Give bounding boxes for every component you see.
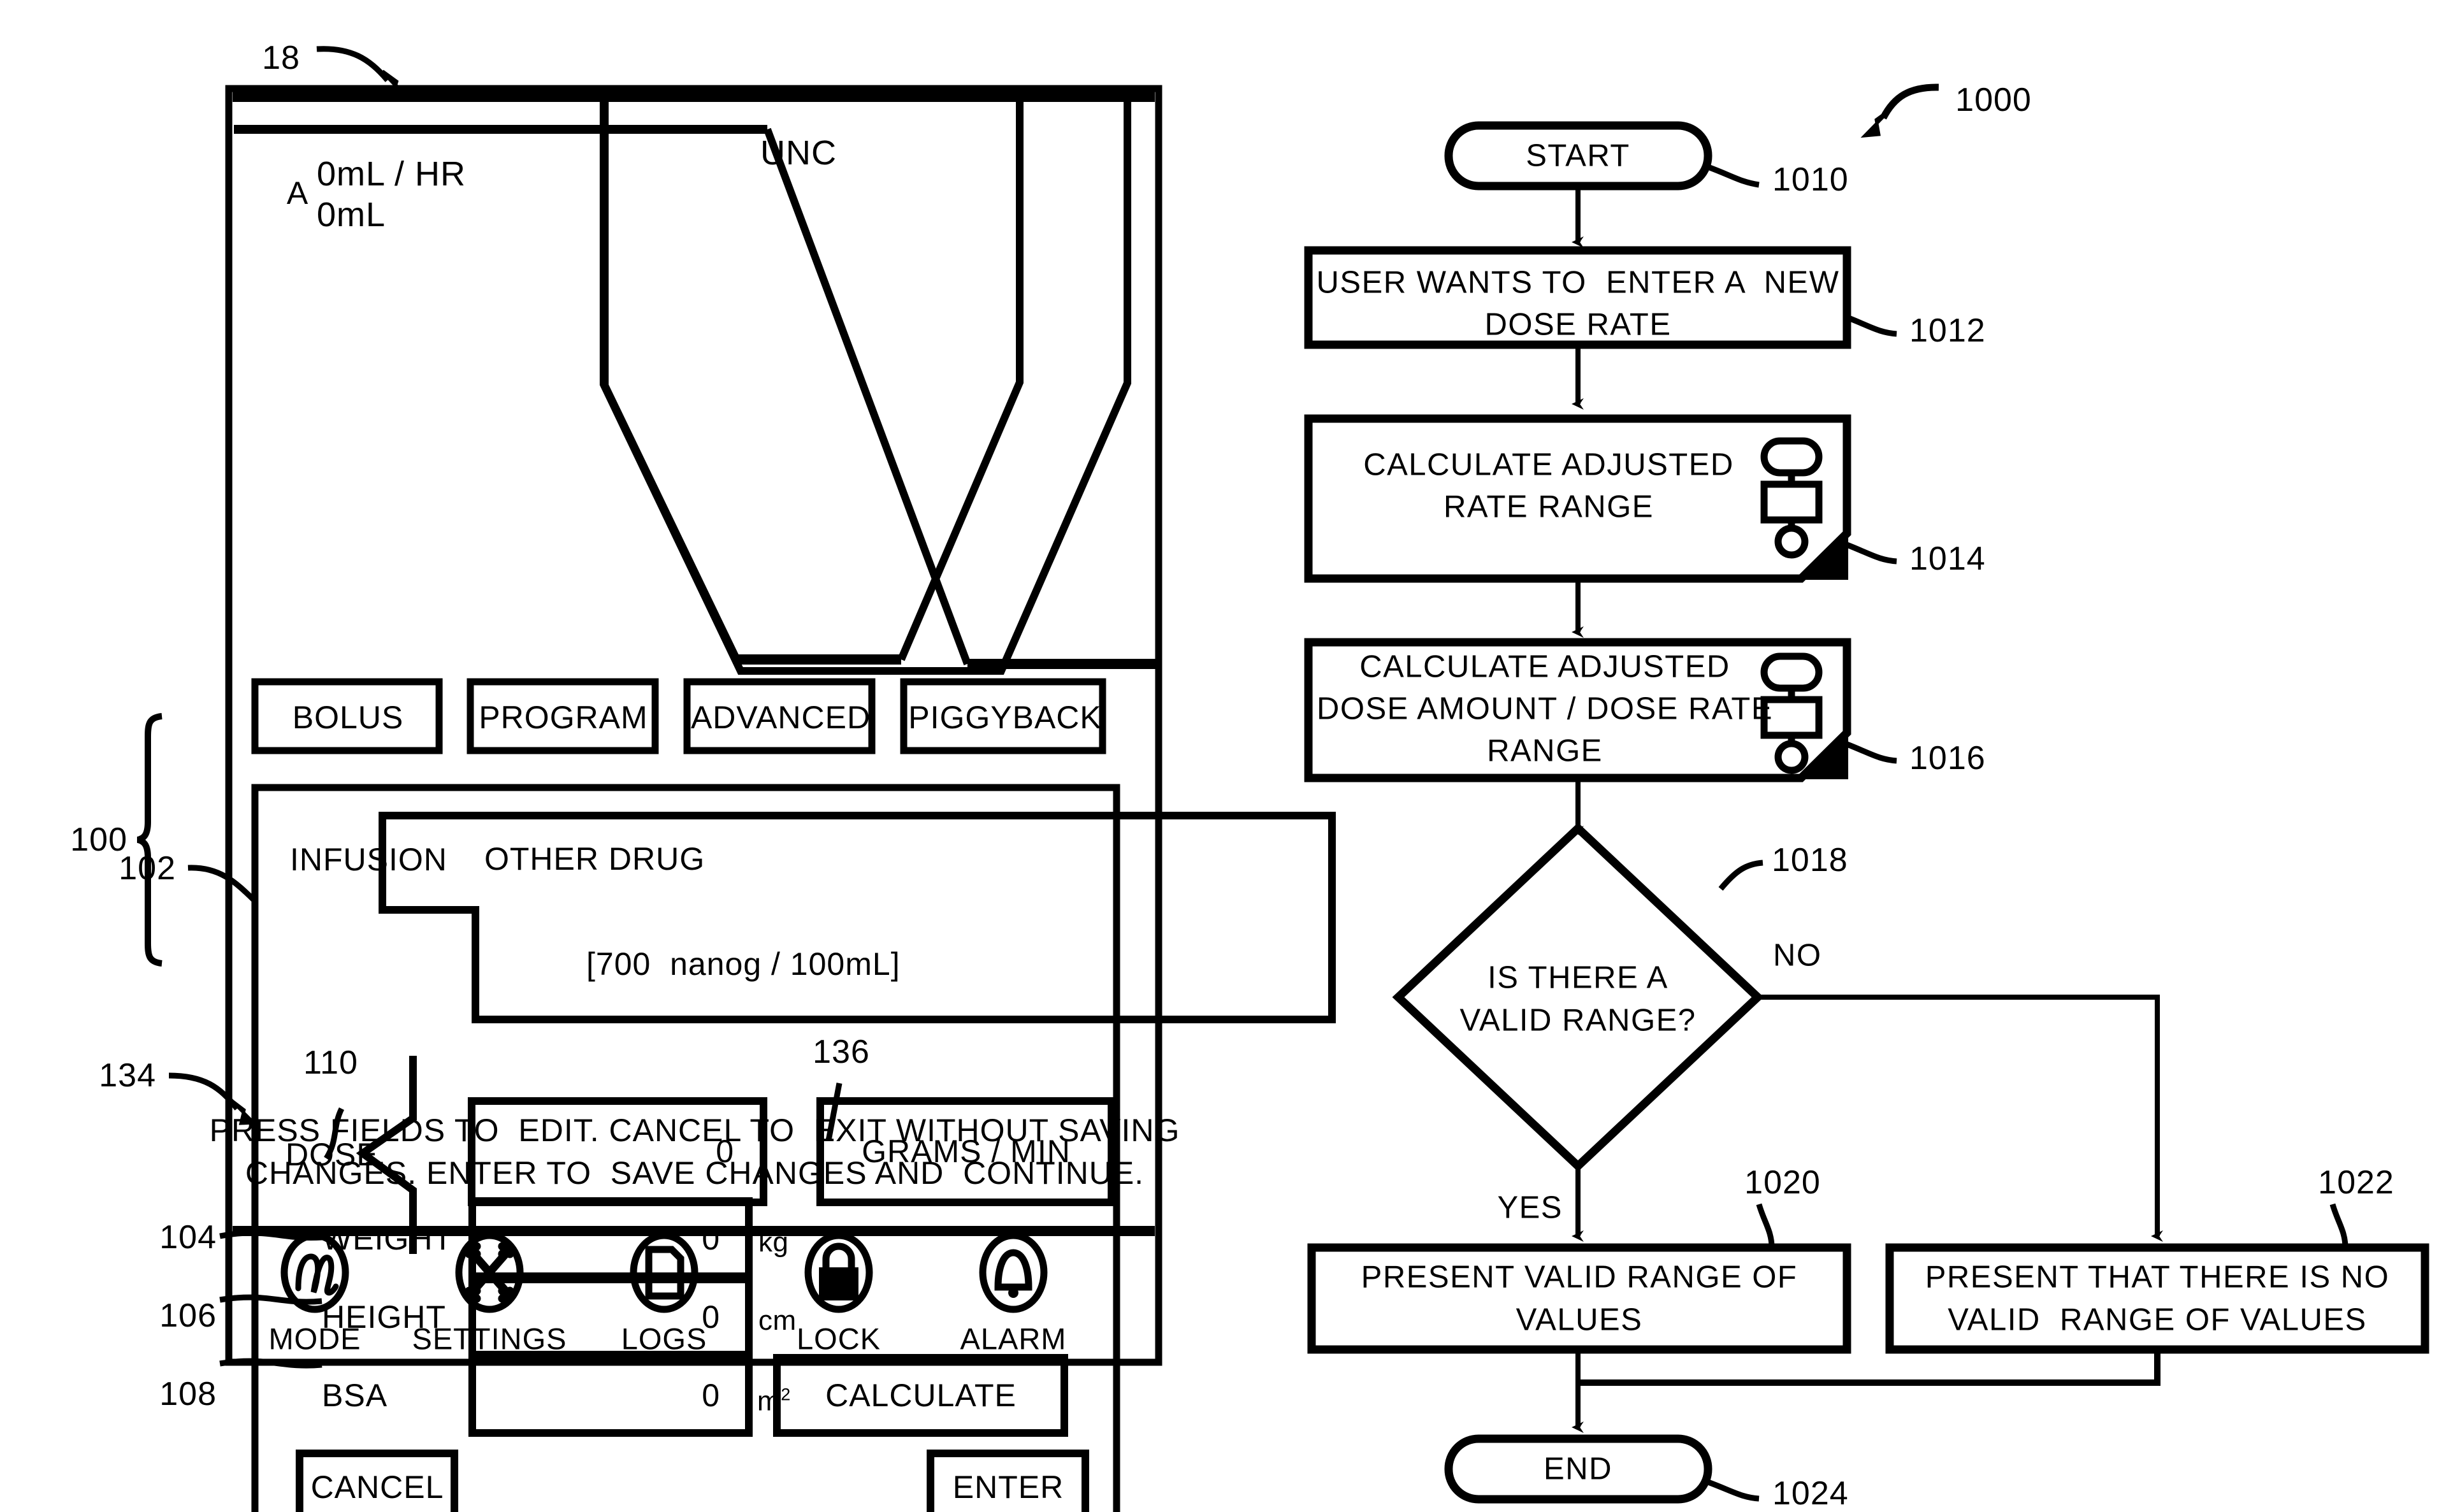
ref-leader-1024	[1707, 1479, 1760, 1502]
node-1020-line2: VALUES	[1516, 1302, 1643, 1337]
ref-label-134: 134	[99, 1057, 156, 1094]
nav-label-lock[interactable]: LOCK	[797, 1324, 881, 1354]
nav-label-logs[interactable]: LOGS	[621, 1324, 707, 1354]
status-center-label: UNC	[760, 134, 837, 172]
unc-trapezoid	[601, 99, 1024, 665]
ref-leader-1016	[1846, 741, 1897, 764]
lock-icon-body	[819, 1267, 858, 1300]
node-1020-line1: PRESENT VALID RANGE OF	[1361, 1260, 1798, 1295]
node-1018	[1392, 823, 1764, 1172]
ref-label-108: 108	[159, 1376, 217, 1413]
alarm-icon-ring	[979, 1232, 1048, 1313]
lock-icon-shackle	[822, 1242, 855, 1271]
ref-label-18: 18	[262, 40, 300, 76]
node-1016-line1: CALCULATE ADJUSTED	[1359, 649, 1730, 684]
cancel-button[interactable]: CANCEL	[311, 1471, 444, 1503]
help-text-line-2: CHANGES. ENTER TO SAVE CHANGES AND CONTI…	[245, 1155, 1145, 1191]
mode-icon-m	[295, 1253, 339, 1296]
patent-figure-canvas: 18 1000 A 0mL / HR 0mL UNC BOLUS PROGRAM…	[0, 0, 2439, 1512]
ref-leader-1010	[1707, 164, 1760, 188]
nav-label-mode[interactable]: MODE	[269, 1324, 361, 1354]
bsa-unit-exponent: 2	[781, 1384, 791, 1404]
bsa-unit-base: m	[757, 1385, 781, 1417]
ref-leader-1018	[1718, 860, 1763, 891]
ref-leader-1012	[1846, 314, 1897, 337]
nav-label-settings[interactable]: SETTINGS	[412, 1324, 567, 1354]
node-1018-line1: IS THERE A	[1487, 960, 1668, 995]
calculate-button[interactable]: CALCULATE	[825, 1379, 1017, 1411]
weight-unit: kg	[758, 1227, 789, 1258]
node-end-label: END	[1544, 1451, 1612, 1487]
merge-path	[1578, 1350, 2160, 1386]
ref-label-1024: 1024	[1772, 1475, 1849, 1512]
branch-label-no: NO	[1773, 938, 1822, 973]
ref-label-1016: 1016	[1909, 740, 1986, 777]
ref-label-136: 136	[813, 1033, 870, 1070]
tab-advanced[interactable]: ADVANCED	[691, 702, 871, 733]
node-1014-line1: CALCULATE ADJUSTED	[1363, 447, 1734, 482]
ref-label-1012: 1012	[1909, 312, 1986, 349]
tab-program[interactable]: PROGRAM	[479, 702, 648, 733]
group-brace-100	[136, 713, 163, 967]
node-1022-line1: PRESENT THAT THERE IS NO	[1925, 1260, 2390, 1295]
tab-bolus[interactable]: BOLUS	[293, 702, 404, 733]
drug-name-value[interactable]: OTHER DRUG	[484, 843, 705, 875]
ref-leader-18	[316, 46, 390, 82]
node-1016-line3: RANGE	[1487, 733, 1603, 768]
ref-label-1010: 1010	[1772, 161, 1849, 198]
ref-leader-106	[219, 1294, 322, 1305]
weight-label: WEIGHT	[322, 1221, 453, 1256]
node-1014-line2: RATE RANGE	[1444, 489, 1654, 524]
nav-label-alarm[interactable]: ALARM	[960, 1324, 1067, 1354]
drug-concentration-value: [700 nanog / 100mL]	[586, 946, 901, 982]
node-1012-line2: DOSE RATE	[1484, 307, 1672, 342]
bsa-label: BSA	[322, 1378, 388, 1413]
ref-label-1014: 1014	[1909, 540, 1986, 577]
height-unit: cm	[758, 1305, 797, 1336]
alarm-icon-bell	[994, 1249, 1032, 1291]
node-1022-line2: VALID RANGE OF VALUES	[1948, 1302, 2367, 1337]
node-1018-line2: VALID RANGE?	[1459, 1003, 1697, 1038]
alarm-icon-clapper	[1008, 1288, 1018, 1298]
ref-leader-102	[187, 865, 257, 904]
ref-label-110: 110	[303, 1044, 358, 1081]
ref-label-100: 100	[70, 821, 127, 858]
infusion-label: INFUSION	[290, 842, 447, 877]
subprocess-icon-1014	[1760, 437, 1823, 559]
ref-leader-1020	[1756, 1203, 1775, 1248]
status-channel: A	[286, 175, 309, 211]
ref-leader-1000	[1880, 83, 1939, 120]
bsa-unit: m2	[757, 1386, 791, 1416]
ref-leader-1022	[2329, 1203, 2349, 1248]
bsa-value[interactable]: 0	[702, 1379, 720, 1411]
ref-label-106: 106	[159, 1297, 217, 1334]
node-1012-line1: USER WANTS TO ENTER A NEW	[1316, 265, 1840, 300]
ref-label-1000: 1000	[1955, 82, 2032, 119]
enter-button[interactable]: ENTER	[953, 1471, 1064, 1503]
status-rate: 0mL / HR	[317, 155, 467, 193]
ref-leader-1014	[1846, 542, 1897, 565]
ref-label-1018: 1018	[1772, 842, 1848, 879]
status-volume: 0mL	[317, 196, 386, 234]
branch-label-yes: YES	[1497, 1190, 1563, 1225]
node-start-label: START	[1526, 138, 1630, 173]
weight-value[interactable]: 0	[702, 1223, 720, 1255]
help-text-line-1: PRESS FIELDS TO EDIT. CANCEL TO EXIT WIT…	[209, 1112, 1180, 1148]
ref-label-104: 104	[159, 1219, 217, 1256]
node-1016-line2: DOSE AMOUNT / DOSE RATE	[1316, 691, 1774, 726]
ref-label-1020: 1020	[1744, 1164, 1821, 1201]
ref-label-1022: 1022	[2318, 1164, 2394, 1201]
tab-piggyback[interactable]: PIGGYBACK	[908, 702, 1102, 733]
